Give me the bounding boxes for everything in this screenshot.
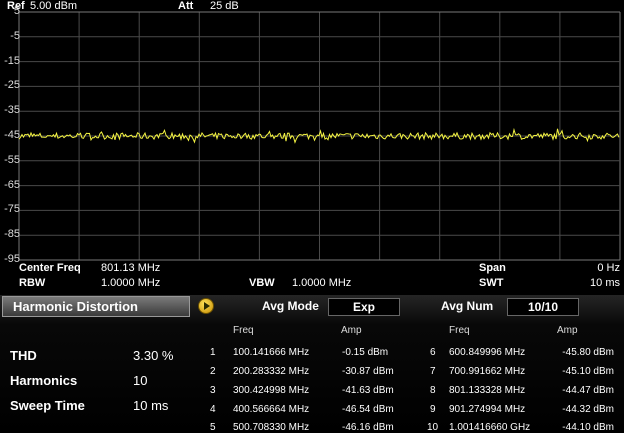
harmonic-freq: 700.991662 MHz — [449, 366, 526, 377]
harmonic-amp: -45.10 dBm — [562, 366, 614, 377]
avg-num-label: Avg Num — [441, 299, 494, 313]
harmonic-amp: -30.87 dBm — [342, 366, 394, 377]
vbw-label: VBW — [249, 277, 275, 289]
harmonic-freq: 500.708330 MHz — [233, 422, 310, 433]
harmonic-freq: 100.141666 MHz — [233, 347, 310, 358]
sweep-time-label: Sweep Time — [10, 398, 85, 413]
harmonics-value: 10 — [133, 373, 148, 388]
center-freq-label: Center Freq — [19, 262, 81, 274]
harmonic-amp: -0.15 dBm — [342, 347, 389, 358]
harmonic-index: 7 — [430, 366, 436, 377]
harmonic-freq: 200.283332 MHz — [233, 366, 310, 377]
harmonic-index: 4 — [210, 404, 216, 415]
swt-value: 10 ms — [590, 277, 620, 289]
freq-header-right: Freq — [449, 325, 470, 336]
ref-value: 5.00 dBm — [30, 0, 78, 12]
y-tick-label: -55 — [4, 153, 20, 166]
center-freq-value: 801.13 MHz — [101, 262, 161, 274]
play-icon[interactable] — [198, 298, 214, 314]
y-tick-label: 5 — [13, 5, 20, 17]
y-tick-label: -75 — [4, 203, 20, 216]
amp-header-right: Amp — [557, 325, 578, 336]
avg-mode-field[interactable]: Exp — [328, 298, 400, 316]
harmonic-amp: -44.32 dBm — [562, 404, 614, 415]
y-tick-label: -45 — [4, 129, 20, 141]
harmonic-freq: 400.566664 MHz — [233, 404, 310, 415]
panel-title: Harmonic Distortion — [13, 299, 138, 314]
vbw-value: 1.0000 MHz — [292, 277, 352, 289]
sweep-time-value: 10 ms — [133, 398, 169, 413]
harmonic-freq: 801.133328 MHz — [449, 385, 526, 396]
thd-value: 3.30 % — [133, 348, 174, 363]
harmonic-amp: -45.80 dBm — [562, 347, 614, 358]
rbw-value: 1.0000 MHz — [101, 277, 161, 289]
avg-num-field[interactable]: 10/10 — [507, 298, 579, 316]
y-tick-label: -35 — [4, 104, 20, 117]
harmonic-amp: -44.47 dBm — [562, 385, 614, 396]
avg-mode-label: Avg Mode — [262, 299, 319, 313]
harmonic-index: 10 — [427, 422, 439, 433]
rbw-label: RBW — [19, 277, 46, 289]
harmonic-index: 5 — [210, 422, 216, 433]
panel-title-bar: Harmonic Distortion — [2, 296, 190, 317]
harmonic-freq: 600.849996 MHz — [449, 347, 526, 358]
y-tick-label: -65 — [4, 178, 20, 191]
harmonic-index: 1 — [210, 347, 216, 358]
y-tick-label: -15 — [4, 54, 20, 67]
harmonics-label: Harmonics — [10, 373, 78, 388]
graticule — [18, 11, 621, 261]
harmonic-index: 6 — [430, 347, 436, 358]
harmonic-index: 9 — [430, 404, 436, 415]
swt-label: SWT — [479, 277, 504, 289]
y-tick-label: -25 — [4, 79, 20, 92]
harmonic-amp: -46.16 dBm — [342, 422, 394, 433]
harmonic-index: 8 — [430, 385, 436, 396]
harmonic-amp: -46.54 dBm — [342, 404, 394, 415]
harmonic-freq: 300.424998 MHz — [233, 385, 310, 396]
harmonic-amp: -41.63 dBm — [342, 385, 394, 396]
amp-header-left: Amp — [341, 325, 362, 336]
span-value: 0 Hz — [597, 262, 620, 274]
span-label: Span — [479, 262, 506, 274]
y-tick-label: -95 — [4, 253, 20, 265]
harmonic-freq: 901.274994 MHz — [449, 404, 526, 415]
att-value: 25 dB — [210, 0, 239, 12]
thd-label: THD — [10, 348, 37, 363]
y-tick-label: -5 — [10, 29, 20, 42]
y-tick-label: -85 — [4, 228, 20, 241]
att-label: Att — [178, 0, 194, 12]
harmonic-amp: -44.10 dBm — [562, 422, 614, 433]
harmonic-index: 2 — [210, 366, 216, 377]
freq-header-left: Freq — [233, 325, 254, 336]
harmonic-index: 3 — [210, 385, 216, 396]
spectrum-display — [18, 11, 621, 261]
harmonic-freq: 1.001416660 GHz — [449, 422, 531, 433]
